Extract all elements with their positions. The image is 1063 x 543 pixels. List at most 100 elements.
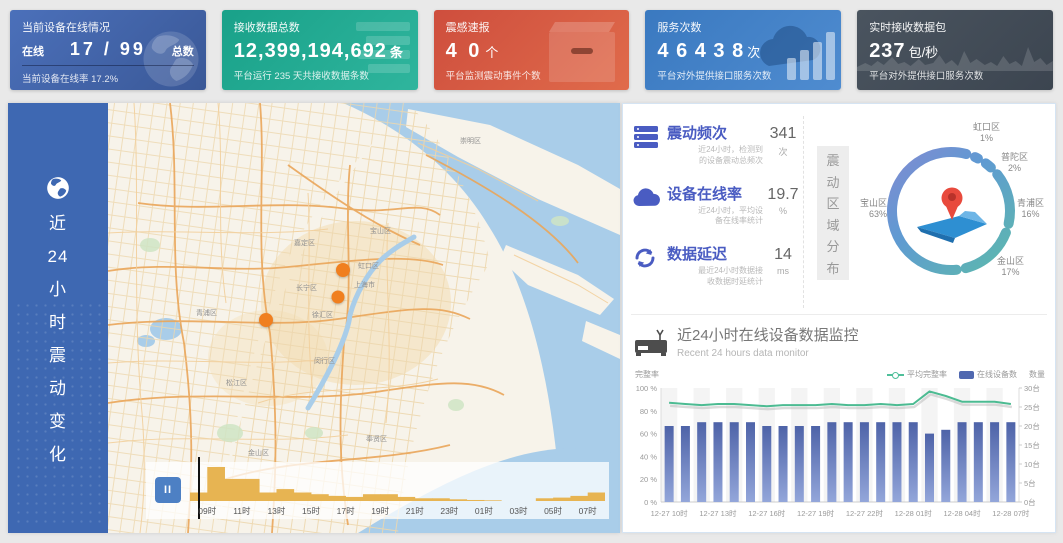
card-title: 接收数据总数 xyxy=(234,19,406,35)
map-district-label: 徐汇区 xyxy=(312,310,333,319)
card-footer: 平台对外提供接口服务次数 xyxy=(657,68,829,82)
total-data-value: 12,399,194,692 xyxy=(234,40,387,62)
kpi-desc: 近24小时，检测到 的设备震动总频次 xyxy=(667,145,763,167)
timeline-hour-label: 21时 xyxy=(397,505,432,517)
online-value: 17 / 99 xyxy=(70,39,146,60)
vertical-divider xyxy=(803,116,804,308)
seismograph-icon xyxy=(633,324,677,363)
timeline-hour-label: 05时 xyxy=(536,505,571,517)
region-label: 宝山区63% xyxy=(841,198,887,221)
kpi-desc: 近24小时，平均设 备在线率统计 xyxy=(667,206,763,228)
svg-text:20 %: 20 % xyxy=(640,475,657,484)
server-icon xyxy=(633,122,667,154)
region-distribution: 震 动 区 域 分 布 虹口区1% 普陀区2% 青浦区16% 金山区17% 宝山… xyxy=(805,112,1053,310)
monitor-legend: 完整率 平均完整率 在线设备数 数量 xyxy=(633,369,1045,380)
card-footer: 平台运行 235 天共接收数据条数 xyxy=(234,68,406,82)
timeline-hour-label: 17时 xyxy=(328,505,363,517)
timeline-hour-label: 11时 xyxy=(225,505,260,517)
kpi-unit: 次 xyxy=(763,145,803,167)
kpi-label: 设备在线率 xyxy=(667,183,742,204)
map-district-label: 奉贤区 xyxy=(366,434,387,443)
map-district-label: 虹口区 xyxy=(358,261,379,270)
legend-avg-completeness[interactable]: 平均完整率 xyxy=(887,369,947,380)
map-district-label: 松江区 xyxy=(226,378,247,387)
svg-text:40 %: 40 % xyxy=(640,452,657,461)
region-label: 普陀区2% xyxy=(1001,152,1028,175)
svg-text:12-27 10时: 12-27 10时 xyxy=(651,508,689,518)
packets-unit: 包/秒 xyxy=(909,45,939,60)
timeline-hour-label: 13时 xyxy=(259,505,294,517)
total-label: 总数 xyxy=(172,43,194,59)
svg-text:25台: 25台 xyxy=(1024,402,1040,412)
svg-text:12-28 04时: 12-28 04时 xyxy=(943,508,981,518)
pause-button[interactable]: II xyxy=(155,477,181,503)
map-district-label: 嘉定区 xyxy=(294,238,315,247)
packets-value: 237 xyxy=(869,40,905,62)
timeline-hour-label: 23时 xyxy=(432,505,467,517)
legend-online-devices[interactable]: 在线设备数 xyxy=(959,369,1017,380)
svg-text:12-27 19时: 12-27 19时 xyxy=(797,508,835,518)
svg-text:0 %: 0 % xyxy=(644,498,657,507)
kpi-device-online-rate: 设备在线率 19.7 近24小时，平均设 备在线率统计 % xyxy=(633,183,803,228)
svg-text:12-27 22时: 12-27 22时 xyxy=(846,508,884,518)
quake-count-unit: 个 xyxy=(485,45,498,60)
timeline-hour-label: 15时 xyxy=(294,505,329,517)
card-title: 震感速报 xyxy=(446,19,618,35)
bar-legend-marker xyxy=(959,371,974,379)
right-panel: 震动频次 341 近24小时，检测到 的设备震动总频次 次 设备在线率 19.7 xyxy=(622,103,1056,533)
refresh-icon xyxy=(633,243,667,275)
map-district-label: 崇明区 xyxy=(460,137,481,145)
monitor-section: 近24小时在线设备数据监控 Recent 24 hours data monit… xyxy=(623,316,1055,532)
service-count-unit: 次 xyxy=(747,45,760,60)
right-axis-name: 数量 xyxy=(1029,369,1045,380)
map-district-label: 宝山区 xyxy=(370,226,391,235)
card-title: 当前设备在线情况 xyxy=(22,19,194,35)
kpi-quake-frequency: 震动频次 341 近24小时，检测到 的设备震动总频次 次 xyxy=(633,122,803,167)
kpi-value: 14 xyxy=(763,246,803,264)
map-pin-icon xyxy=(917,188,987,244)
map-district-label: 金山区 xyxy=(248,448,269,457)
globe-icon xyxy=(45,175,71,206)
card-quake-report: 震感速报 4 0个 平台监测震动事件个数 xyxy=(434,10,630,90)
map-district-label: 青浦区 xyxy=(196,308,217,317)
svg-text:80 %: 80 % xyxy=(640,407,657,416)
timeline-hour-label: 07时 xyxy=(570,505,605,517)
svg-text:10台: 10台 xyxy=(1024,459,1040,469)
map-panel: 近 24 小 时 震 动 变 化 xyxy=(8,103,620,533)
line-legend-marker xyxy=(887,371,904,378)
card-title: 实时接收数据包 xyxy=(869,19,1041,35)
card-footer: 平台监测震动事件个数 xyxy=(446,68,618,82)
kpi-label: 震动频次 xyxy=(667,122,727,143)
total-data-unit: 条 xyxy=(390,45,403,60)
timeline-hour-labels: 09时11时13时15时17时19时21时23时01时03时05时07时 xyxy=(190,505,605,517)
map-district-label: 长宁区 xyxy=(296,283,317,292)
quake-count-value: 4 0 xyxy=(446,40,483,62)
kpi-value: 341 xyxy=(763,125,803,143)
monitor-title: 近24小时在线设备数据监控 xyxy=(677,324,859,345)
map-sidebar-title: 近 24 小 时 震 动 变 化 xyxy=(8,207,108,471)
card-footer: 平台对外提供接口服务次数 xyxy=(869,68,1041,82)
svg-text:20台: 20台 xyxy=(1024,421,1040,431)
map-timeline[interactable]: II 09时11时13时15时17时19时21时23时01时03时05时07时 xyxy=(146,462,609,519)
cloud-icon xyxy=(633,183,667,213)
kpi-label: 数据延迟 xyxy=(667,243,727,264)
monitor-subtitle: Recent 24 hours data monitor xyxy=(677,348,859,359)
left-axis-name: 完整率 xyxy=(635,369,659,380)
kpi-desc: 最近24小时数据接 收数据时延统计 xyxy=(667,266,763,288)
svg-text:60 %: 60 % xyxy=(640,430,657,439)
svg-text:15台: 15台 xyxy=(1024,440,1040,450)
timeline-hour-label: 09时 xyxy=(190,505,225,517)
svg-text:5台: 5台 xyxy=(1024,478,1036,488)
svg-text:12-28 01时: 12-28 01时 xyxy=(895,508,933,518)
card-service-count: 服务次数 4 6 4 3 8次 平台对外提供接口服务次数 xyxy=(645,10,841,90)
service-count-value: 4 6 4 3 8 xyxy=(657,40,744,62)
kpi-column: 震动频次 341 近24小时，检测到 的设备震动总频次 次 设备在线率 19.7 xyxy=(633,122,803,304)
map-district-label: 闵行区 xyxy=(314,356,335,365)
timeline-histogram[interactable] xyxy=(190,465,605,501)
kpi-value: 19.7 xyxy=(763,186,803,204)
timeline-hour-label: 01时 xyxy=(467,505,502,517)
map[interactable]: 崇明区嘉定区宝山区虹口区上海市长宁区徐汇区闵行区青浦区松江区金山区奉贤区 II … xyxy=(108,103,620,533)
card-footer: 当前设备在线率 17.2% xyxy=(22,71,194,85)
online-label: 在线 xyxy=(22,43,44,59)
card-realtime-packets: 实时接收数据包 237 包/秒 平台对外提供接口服务次数 xyxy=(857,10,1053,90)
